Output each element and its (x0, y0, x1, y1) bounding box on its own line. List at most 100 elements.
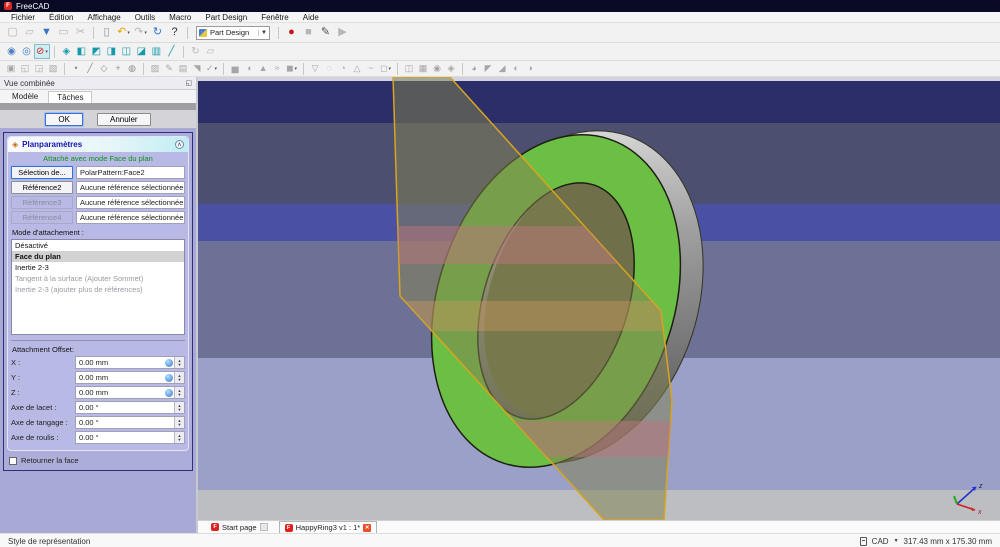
menu-outils[interactable]: Outils (128, 13, 162, 22)
flip-face-checkbox[interactable] (9, 456, 17, 465)
ok-button[interactable]: OK (45, 112, 83, 126)
menu-macro[interactable]: Macro (162, 13, 198, 22)
expression-icon[interactable] (165, 358, 173, 367)
list-item[interactable]: Inertie 2-3 (12, 262, 184, 273)
roll-field[interactable]: 0.00 ° ▲ ▼ (75, 431, 185, 444)
additive-primitive-button: ◼ ▾ (284, 62, 299, 76)
panel-title: Vue combinée (4, 78, 55, 88)
menu-aide[interactable]: Aide (296, 13, 326, 22)
create-clone-button: ◲ (32, 62, 46, 76)
x-offset-field[interactable]: 0.00 mm ▲ ▼ (75, 356, 185, 369)
reference2-button[interactable]: Référence2 (11, 181, 73, 194)
toolbar-separator (187, 26, 188, 39)
status-message: Style de représentation (8, 536, 91, 546)
print-button: ▭ (55, 24, 72, 41)
y-offset-spinner[interactable]: ▲ ▼ (174, 372, 184, 383)
ring-model[interactable] (198, 77, 1000, 520)
y-offset-field[interactable]: 0.00 mm ▲ ▼ (75, 371, 185, 384)
attachment-mode-label: Mode d'attachement : (12, 228, 84, 237)
additive-pipe-icon: ≈ (274, 63, 280, 73)
close-tab-icon[interactable] (259, 523, 268, 531)
plane-icon: ◈ (12, 140, 19, 149)
macro-edit-button[interactable]: ✎ (317, 24, 334, 41)
toolbar-separator (397, 62, 399, 75)
menu-part-design[interactable]: Part Design (198, 13, 254, 22)
view-bottom-button[interactable]: ◪ (134, 44, 149, 59)
offset-row: Z : 0.00 mm ▲ ▼ (11, 386, 185, 399)
menu-fichier[interactable]: Fichier (4, 13, 42, 22)
refresh-button[interactable]: ↻ (149, 24, 166, 41)
flip-face-row: Retourner la face (9, 456, 189, 465)
combined-view-panel: Vue combinée ◱ Modèle Tâches OK Annuler … (0, 77, 198, 533)
draw-style-button[interactable]: ⊘ ▾ (34, 44, 50, 59)
datum-line-button: ╱ (83, 62, 97, 76)
z-offset-spinner[interactable]: ▲ ▼ (174, 387, 184, 398)
tab-label: Start page (222, 522, 257, 532)
workbench-selector[interactable]: Part Design ▼ (196, 25, 270, 40)
pitch-spinner[interactable]: ▲ ▼ (174, 417, 184, 428)
paste-button[interactable]: ▯ (98, 24, 115, 41)
view-front-button[interactable]: ◧ (74, 44, 89, 59)
macro-record-icon: ● (288, 26, 295, 38)
macro-record-button[interactable]: ● (283, 24, 300, 41)
task-button-row: OK Annuler (0, 110, 196, 128)
workbench-icon (199, 28, 207, 37)
x-offset-spinner[interactable]: ▲ ▼ (174, 357, 184, 368)
fit-selection-button[interactable]: ◎ (19, 44, 34, 59)
select-reference-button[interactable]: Sélection de... (11, 166, 73, 179)
migrate-icon: ▧ (48, 63, 58, 73)
toolbar-view: ◉ ◎ ⊘ ▾ ◈ ◧ ◩ ◨ ◫ ◪ ▥ ╱ ↻ ▱ (0, 43, 1000, 61)
chamfer-icon: ◤ (484, 63, 492, 73)
create-shapebinder-icon: ◱ (20, 63, 30, 73)
undo-button[interactable]: ↶ ▾ (115, 24, 132, 41)
3d-viewport[interactable]: z x (198, 77, 1000, 520)
float-panel-icon[interactable]: ◱ (185, 79, 192, 87)
fillet-icon: ◕ (471, 63, 477, 73)
tab-modele[interactable]: Modèle (4, 91, 46, 102)
roll-spinner[interactable]: ▲ ▼ (174, 432, 184, 443)
pitch-field[interactable]: 0.00 ° ▲ ▼ (75, 416, 185, 429)
list-item-selected[interactable]: Face du plan (12, 251, 184, 262)
pad-icon: ▅ (231, 63, 239, 73)
view-left-button[interactable]: ▥ (149, 44, 164, 59)
menu-affichage[interactable]: Affichage (80, 13, 127, 22)
map-sketch-button: ▤ (176, 62, 190, 76)
close-tab-icon[interactable]: ✕ (363, 523, 372, 532)
fit-all-button[interactable]: ◉ (4, 44, 19, 59)
migrate-button: ▧ (46, 62, 60, 76)
polar-pattern-icon: ◉ (433, 63, 441, 73)
yaw-field[interactable]: 0.00 ° ▲ ▼ (75, 401, 185, 414)
tab-happyring3[interactable]: F HappyRing3 v1 : 1* ✕ (278, 521, 378, 533)
yaw-spinner[interactable]: ▲ ▼ (174, 402, 184, 413)
view-rear-button[interactable]: ◫ (119, 44, 134, 59)
cancel-button[interactable]: Annuler (96, 112, 151, 126)
collapse-icon[interactable]: ∧ (175, 140, 184, 149)
z-offset-field[interactable]: 0.00 mm ▲ ▼ (75, 386, 185, 399)
tab-start-page[interactable]: F Start page (206, 521, 273, 533)
list-item[interactable]: Désactivé (12, 240, 184, 251)
menu-edition[interactable]: Édition (42, 13, 80, 22)
tab-taches[interactable]: Tâches (48, 90, 93, 103)
reference1-field[interactable]: PolarPattern:Face2 (76, 166, 185, 179)
y-offset-value: 0.00 mm (79, 373, 109, 382)
macro-stop-icon: ■ (305, 26, 312, 38)
nav-style-selector[interactable]: CAD (872, 537, 889, 546)
pocket-button: ▽ (308, 62, 322, 76)
menu-fenetre[interactable]: Fenêtre (254, 13, 296, 22)
expression-icon[interactable] (165, 388, 173, 397)
redo-button: ↷ ▾ (132, 24, 149, 41)
fit-all-icon: ◉ (7, 45, 16, 57)
view-isometric-button[interactable]: ◈ (59, 44, 74, 59)
whats-this-button[interactable]: ? (166, 24, 183, 41)
axis-z-label: z (978, 483, 983, 490)
attachment-mode-list[interactable]: Désactivé Face du plan Inertie 2-3 Tange… (11, 239, 185, 335)
linear-pattern-icon: ▦ (418, 63, 428, 73)
save-file-button[interactable]: ▼ (38, 24, 55, 41)
view-top-button[interactable]: ◩ (89, 44, 104, 59)
view-right-button[interactable]: ◨ (104, 44, 119, 59)
measure-distance-button[interactable]: ╱ (164, 44, 179, 59)
open-file-button: ▱ (21, 24, 38, 41)
expression-icon[interactable] (165, 373, 173, 382)
toolbar-separator (53, 45, 55, 58)
reference2-field[interactable]: Aucune référence sélectionnée (76, 181, 185, 194)
